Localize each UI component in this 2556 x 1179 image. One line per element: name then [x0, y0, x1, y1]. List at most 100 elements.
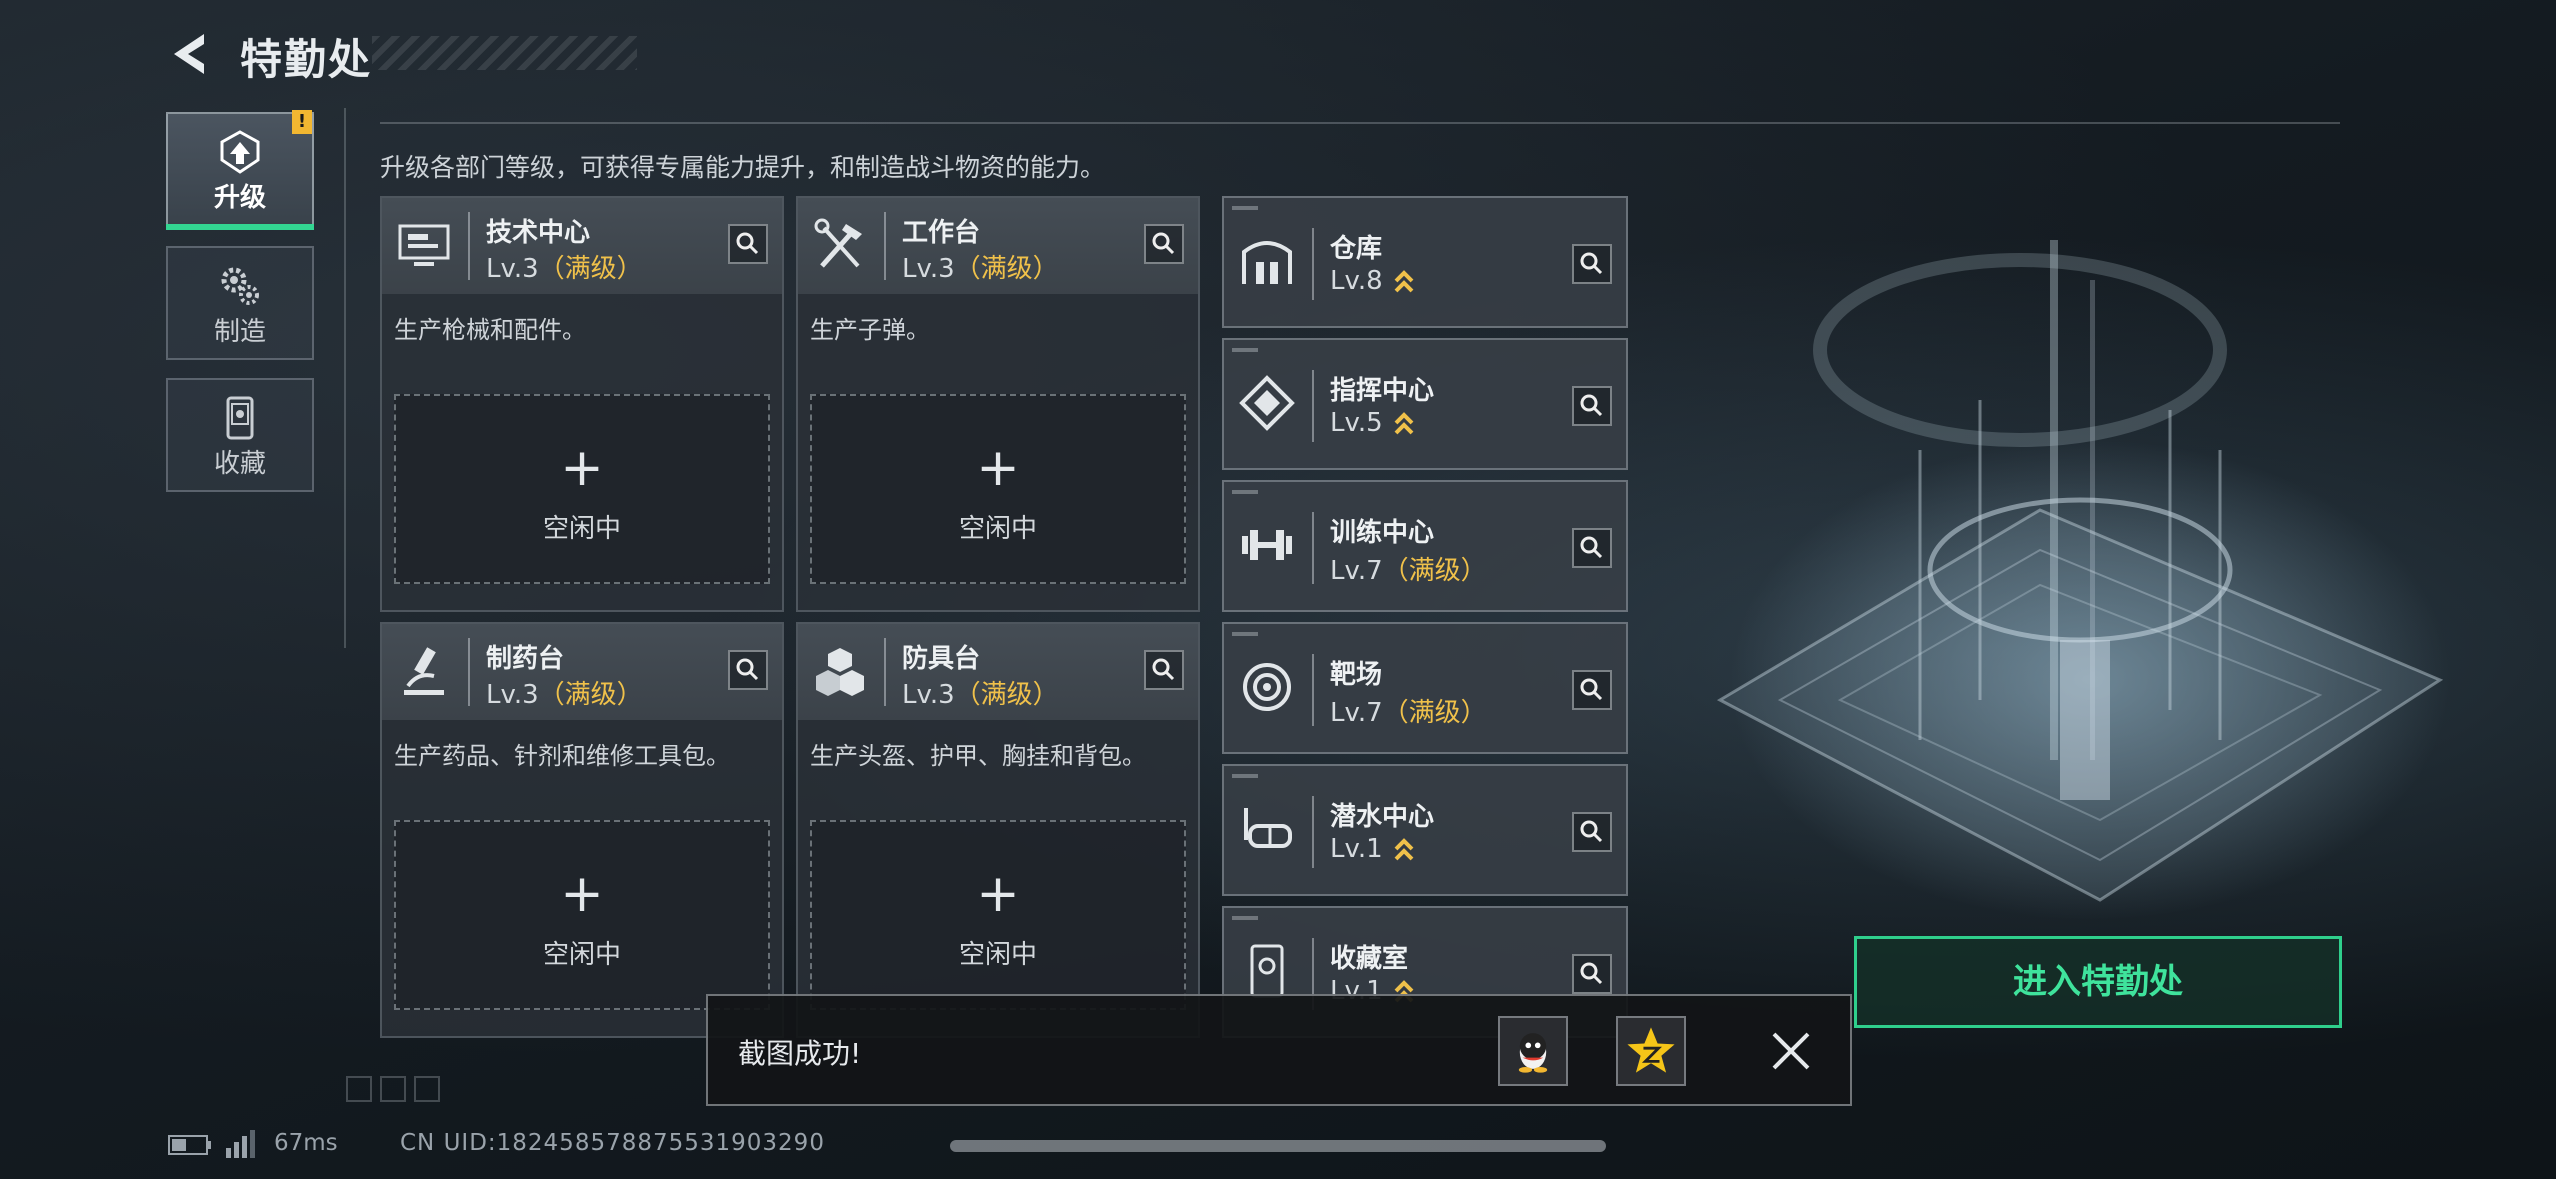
card-level: Lv.3（满级）	[902, 254, 1059, 284]
card-divider	[884, 212, 886, 280]
warehouse-icon	[1242, 241, 1292, 284]
title-decoration	[372, 36, 637, 70]
production-slot[interactable]: + 空闲中	[810, 820, 1186, 1010]
card-description: 生产枪械和配件。	[394, 316, 586, 344]
inspect-button[interactable]	[1572, 386, 1612, 426]
alert-badge: !	[292, 110, 312, 134]
inspect-button[interactable]	[728, 224, 768, 264]
enter-base-button[interactable]: 进入特勤处	[1854, 936, 2342, 1028]
facility-name: 潜水中心	[1330, 802, 1435, 832]
inspect-button[interactable]	[1144, 224, 1184, 264]
screenshot-toast: 截图成功!	[706, 994, 1852, 1106]
target-icon	[1243, 663, 1291, 711]
facility-name: 指挥中心	[1330, 376, 1435, 406]
search-icon	[736, 658, 759, 681]
production-slot[interactable]: + 空闲中	[810, 394, 1186, 584]
facility-name: 靶场	[1330, 660, 1383, 690]
trophy-case-icon	[1250, 944, 1284, 998]
card-header: 防具台 Lv.3（满级）	[798, 624, 1198, 720]
share-qq-button[interactable]	[1498, 1016, 1568, 1086]
inspect-button[interactable]	[1572, 954, 1612, 994]
facility-name: 训练中心	[1330, 518, 1435, 548]
upgrade-available-icon	[1394, 269, 1414, 292]
home-indicator[interactable]	[950, 1140, 1606, 1152]
plus-icon: +	[560, 864, 604, 924]
search-icon	[1580, 820, 1603, 843]
dumbbell-icon	[1242, 530, 1292, 560]
search-icon	[1580, 962, 1603, 985]
search-icon	[736, 232, 759, 255]
card-description: 生产子弹。	[810, 316, 930, 344]
qq-icon	[1518, 1033, 1548, 1073]
facility-level: Lv.7（满级）	[1330, 556, 1487, 586]
microscope-icon	[404, 647, 444, 695]
page-description: 升级各部门等级，可获得专属能力提升，和制造战斗物资的能力。	[380, 153, 1106, 182]
card-level: Lv.3（满级）	[486, 254, 643, 284]
facility-name: 收藏室	[1330, 944, 1409, 974]
plus-icon: +	[976, 864, 1020, 924]
share-qzone-button[interactable]	[1616, 1016, 1686, 1086]
inspect-button[interactable]	[1572, 244, 1612, 284]
facility-diving-center[interactable]: 潜水中心 Lv.1	[1222, 764, 1628, 896]
card-description: 生产头盔、护甲、胸挂和背包。	[810, 742, 1146, 770]
inspect-button[interactable]	[1572, 812, 1612, 852]
back-arrow-icon[interactable]	[168, 30, 210, 78]
card-name: 制药台	[486, 644, 565, 674]
card-header: 技术中心 Lv.3（满级）	[382, 198, 782, 294]
collection-icon	[226, 396, 254, 440]
facility-warehouse[interactable]: 仓库 Lv.8	[1222, 196, 1628, 328]
max-level-tag: （满级）	[538, 680, 643, 710]
search-icon	[1580, 394, 1603, 417]
slot-status: 空闲中	[542, 514, 621, 544]
slot-status: 空闲中	[958, 940, 1037, 970]
max-level-tag: （满级）	[1382, 556, 1487, 586]
plus-icon: +	[976, 438, 1020, 498]
tab-collection[interactable]: 收藏	[166, 378, 314, 492]
card-divider	[884, 638, 886, 706]
facility-training-center[interactable]: 训练中心 Lv.7（满级）	[1222, 480, 1628, 612]
dept-card-pharmacy[interactable]: 制药台 Lv.3（满级） 生产药品、针剂和维修工具包。 + 空闲中	[380, 622, 784, 1038]
gears-icon	[221, 267, 259, 305]
production-slot[interactable]: + 空闲中	[394, 394, 770, 584]
max-level-tag: （满级）	[954, 254, 1059, 284]
card-name: 工作台	[902, 218, 981, 248]
inspect-button[interactable]	[1144, 650, 1184, 690]
facility-command-center[interactable]: 指挥中心 Lv.5	[1222, 338, 1628, 470]
card-header: 工作台 Lv.3（满级）	[798, 198, 1198, 294]
dept-card-workbench[interactable]: 工作台 Lv.3（满级） 生产子弹。 + 空闲中	[796, 196, 1200, 612]
inspect-button[interactable]	[1572, 528, 1612, 568]
inspect-button[interactable]	[728, 650, 768, 690]
search-icon	[1152, 232, 1175, 255]
close-icon[interactable]	[1766, 1026, 1816, 1076]
inspect-button[interactable]	[1572, 670, 1612, 710]
search-icon	[1580, 536, 1603, 559]
max-level-tag: （满级）	[538, 254, 643, 284]
upgrade-available-icon	[1394, 411, 1414, 434]
facility-level: Lv.1	[1330, 834, 1415, 864]
signal-icon	[226, 1130, 255, 1158]
card-name: 技术中心	[486, 218, 591, 248]
battery-icon	[168, 1135, 211, 1155]
tech-monitor-icon	[398, 224, 450, 266]
card-description: 生产药品、针剂和维修工具包。	[394, 742, 730, 770]
production-slot[interactable]: + 空闲中	[394, 820, 770, 1010]
card-divider	[468, 212, 470, 280]
max-level-tag: （满级）	[1382, 698, 1487, 728]
toast-message: 截图成功!	[738, 1037, 862, 1070]
dept-card-tech-center[interactable]: 技术中心 Lv.3（满级） 生产枪械和配件。 + 空闲中	[380, 196, 784, 612]
upgrade-available-icon	[1394, 837, 1414, 860]
page-title: 特勤处	[240, 35, 373, 84]
tools-icon	[814, 218, 862, 268]
user-uid: CN UID:182458578875531903290	[400, 1130, 825, 1156]
facility-shooting-range[interactable]: 靶场 Lv.7（满级）	[1222, 622, 1628, 754]
slot-status: 空闲中	[958, 514, 1037, 544]
search-icon	[1580, 678, 1603, 701]
search-icon	[1152, 658, 1175, 681]
max-level-tag: （满级）	[954, 680, 1059, 710]
dept-card-armor[interactable]: 防具台 Lv.3（满级） 生产头盔、护甲、胸挂和背包。 + 空闲中	[796, 622, 1200, 1038]
diving-mask-icon	[1244, 808, 1292, 848]
sidebar-divider	[344, 108, 346, 648]
tab-collection-label: 收藏	[213, 449, 266, 479]
slot-status: 空闲中	[542, 940, 621, 970]
tab-craft[interactable]: 制造	[166, 246, 314, 360]
